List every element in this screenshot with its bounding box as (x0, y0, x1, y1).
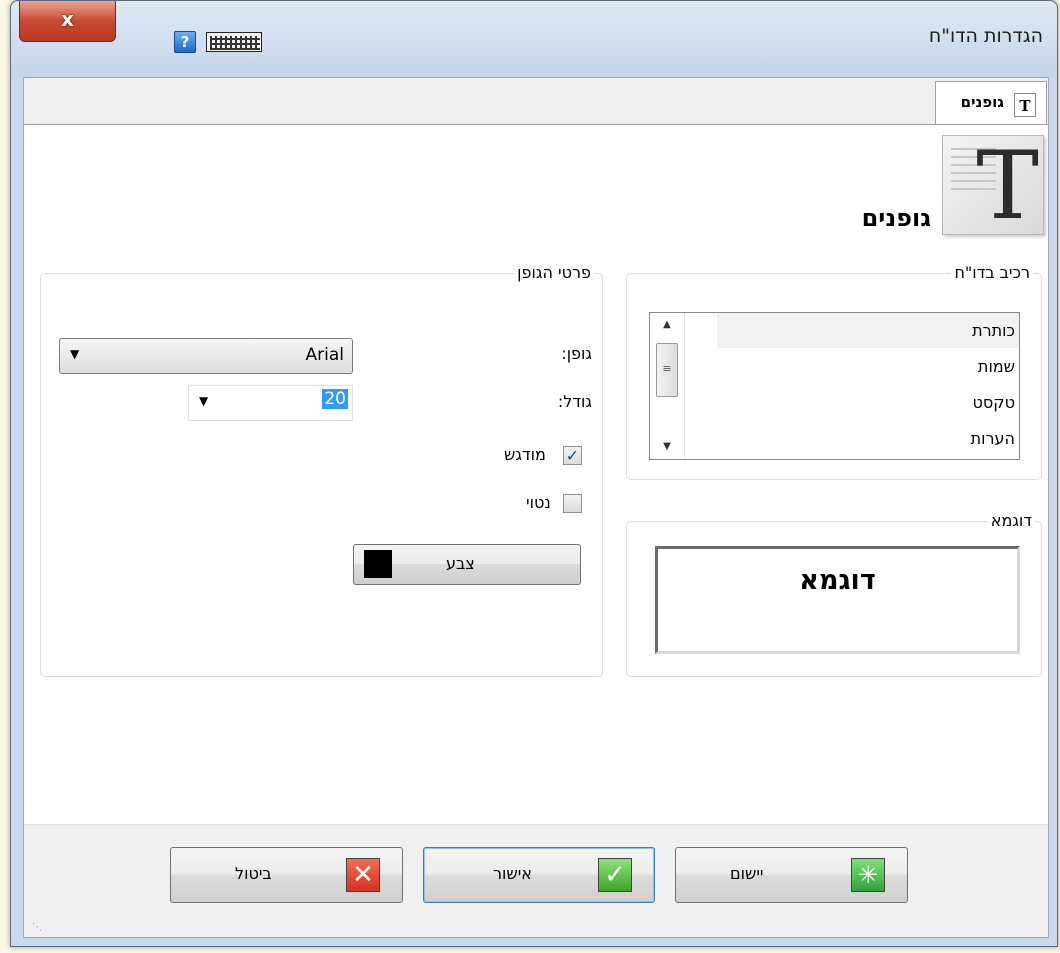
list-item[interactable]: כותרת (717, 313, 1019, 348)
window-title: הגדרות הדו"ח (928, 25, 1043, 47)
checkmark-icon: ✓ (598, 858, 632, 892)
help-icon[interactable]: ? (174, 31, 196, 53)
apply-button[interactable]: ✳ יישום (675, 847, 908, 903)
ok-button[interactable]: ✓ אישור (423, 847, 655, 903)
page-title: גופנים (861, 204, 931, 232)
list-item[interactable]: הערות (717, 421, 1019, 456)
fonts-header-icon: T (942, 135, 1044, 235)
sample-legend: דוגמא (987, 511, 1035, 530)
size-select[interactable]: 20 ▼ (188, 385, 353, 421)
font-label: גופן: (561, 344, 592, 363)
font-icon: T (1014, 93, 1036, 117)
bold-checkbox[interactable]: ✓ (563, 446, 582, 465)
scroll-up-arrow-icon[interactable]: ▲ (650, 313, 684, 337)
color-swatch (364, 550, 392, 578)
close-button[interactable]: x (19, 1, 116, 42)
report-component-group: רכיב בדו"ח כותרת שמות טקסט הערות ▲ ≡ ▼ (626, 263, 1042, 480)
font-details-group: פרטי הגופן גופן: Arial ▼ גודל: 20 ▼ ✓ מו… (40, 263, 603, 677)
scroll-down-arrow-icon[interactable]: ▼ (650, 435, 684, 459)
color-button[interactable]: צבע (353, 544, 581, 585)
report-component-legend: רכיב בדו"ח (951, 263, 1033, 282)
sample-group: דוגמא דוגמא (626, 511, 1042, 677)
list-item[interactable]: טקסט (717, 385, 1019, 420)
color-button-label: צבע (446, 554, 475, 573)
apply-button-label: יישום (730, 864, 764, 883)
italic-label: נטוי (526, 493, 551, 512)
italic-checkbox[interactable] (563, 494, 582, 513)
tab-strip: T גופנים (24, 78, 1048, 125)
button-bar: ✕ ביטול ✓ אישור ✳ יישום ⋰ (24, 824, 1048, 937)
font-glyph: T (976, 135, 1039, 235)
font-select[interactable]: Arial ▼ (59, 338, 353, 374)
font-select-value: Arial (305, 345, 344, 365)
title-bar: x ? הגדרות הדו"ח (11, 1, 1057, 77)
resize-grip-icon[interactable]: ⋰ (32, 922, 42, 933)
font-details-legend: פרטי הגופן (514, 263, 594, 282)
list-scrollbar[interactable]: ▲ ≡ ▼ (650, 313, 685, 459)
sample-preview: דוגמא (655, 546, 1020, 654)
chevron-down-icon: ▼ (70, 347, 80, 361)
close-icon: ✕ (346, 858, 380, 892)
size-label: גודל: (557, 392, 592, 411)
cancel-button[interactable]: ✕ ביטול (170, 847, 403, 903)
ok-button-label: אישור (493, 864, 532, 883)
list-item[interactable]: שמות (717, 349, 1019, 384)
tab-fonts[interactable]: T גופנים (935, 81, 1047, 124)
dialog-client-area: T גופנים T גופנים רכיב בדו"ח כותרת שמות … (23, 77, 1049, 938)
sparkle-icon: ✳ (851, 858, 885, 892)
bold-label: מודגש (504, 445, 546, 464)
chevron-down-icon: ▼ (199, 394, 209, 408)
dialog-window: x ? הגדרות הדו"ח T גופנים T גופנים רכיב … (10, 0, 1058, 947)
cancel-button-label: ביטול (235, 864, 272, 883)
scroll-thumb[interactable]: ≡ (656, 343, 678, 397)
tab-label: גופנים (960, 93, 1004, 111)
size-select-value: 20 (322, 389, 348, 409)
keyboard-icon[interactable] (206, 32, 262, 52)
report-component-list[interactable]: כותרת שמות טקסט הערות ▲ ≡ ▼ (649, 312, 1020, 460)
